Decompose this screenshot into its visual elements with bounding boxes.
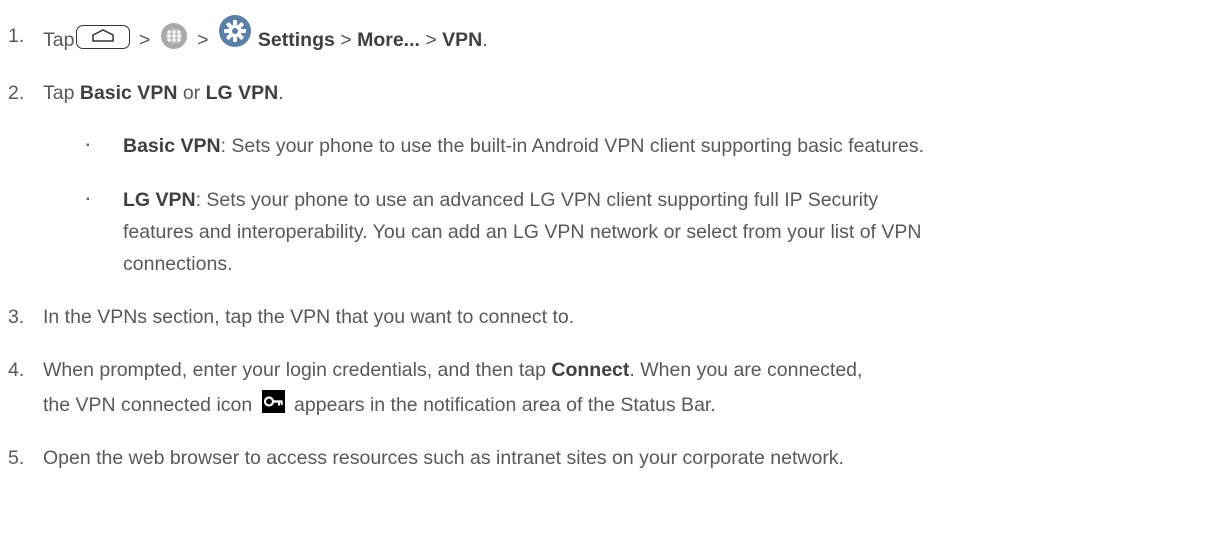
basic-vpn-term: Basic VPN [123,135,221,157]
lg-vpn-description-cont: features and interoperability. You can a… [123,221,922,243]
separator: > [133,29,156,52]
separator: > [191,29,214,52]
step-text: When prompted, enter your login credenti… [43,359,552,381]
step-number: 2. [8,82,25,104]
vpn-label: VPN [442,29,483,52]
period: . [482,29,488,52]
home-key-icon [76,25,131,49]
instruction-document: 1. Tap > > Settings > More... > VPN. 2. … [0,0,1210,542]
basic-vpn-label: Basic VPN [79,82,178,104]
step-text: Tap [43,82,80,104]
lg-vpn-label: LG VPN [205,82,279,104]
more-label: More... [357,29,420,52]
settings-label: Settings [257,29,335,52]
step-number: 1. [8,25,25,47]
lg-vpn-term: LG VPN [123,189,196,211]
separator: > [334,29,358,52]
separator: > [419,29,443,52]
step-text: appears in the notification area of the … [288,394,716,416]
bullet-marker: ▪ [86,140,90,151]
step-text: In the VPNs section, tap the VPN that yo… [43,306,575,328]
step-number: 4. [8,359,25,381]
settings-gear-icon [218,14,252,48]
step-number: 5. [8,447,25,469]
step-number: 3. [8,306,25,328]
lg-vpn-description: : Sets your phone to use an advanced LG … [195,189,879,211]
step-text: or [177,82,206,104]
period: . [278,82,284,104]
step-text: Tap [43,29,75,52]
basic-vpn-description: : Sets your phone to use the built-in An… [220,135,925,157]
step-text: . When you are connected, [629,359,863,381]
step-text: Open the web browser to access resources… [43,447,844,469]
lg-vpn-description-cont: connections. [123,253,233,275]
apps-icon [159,21,189,51]
vpn-key-icon [261,390,285,414]
connect-label: Connect [551,359,630,381]
bullet-marker: ▪ [86,194,90,205]
step-text: the VPN connected icon [43,394,258,416]
step-1: 1. Tap > > Settings > More... > VPN. [0,15,1210,54]
